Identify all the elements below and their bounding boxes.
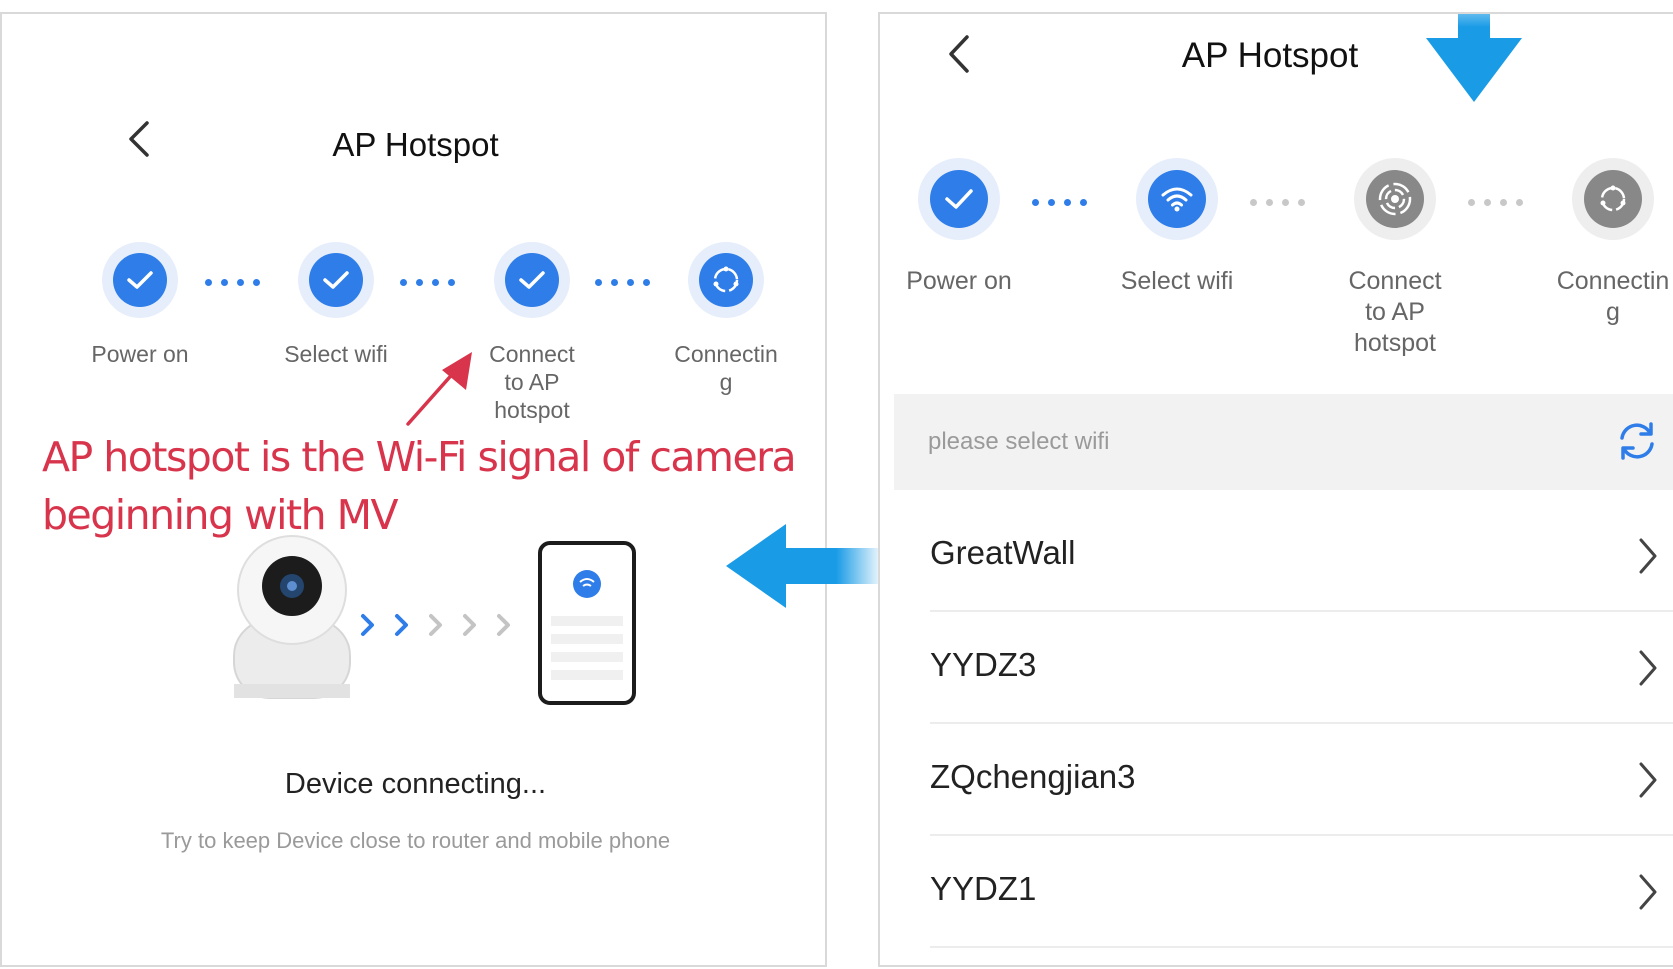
step-label-connecting: Connectin g bbox=[674, 341, 778, 395]
step-connector bbox=[595, 279, 650, 286]
step-connect-ap-icon bbox=[494, 242, 570, 318]
back-button[interactable] bbox=[946, 34, 972, 74]
step-label-power-on: Power on bbox=[906, 267, 1012, 295]
check-icon bbox=[127, 271, 153, 289]
step-connector bbox=[400, 279, 455, 286]
chevron-right-icon bbox=[1639, 538, 1657, 574]
wifi-select-bar: please select wifi bbox=[894, 394, 1673, 490]
sync-circle-icon bbox=[1600, 185, 1626, 212]
step-connector bbox=[1032, 199, 1087, 206]
wifi-network-name: YYDZ1 bbox=[930, 870, 1037, 907]
check-icon bbox=[945, 189, 973, 209]
wifi-select-screen: AP Hotspot Power on Select wifi Connect … bbox=[878, 12, 1673, 967]
chevron-right-icon bbox=[1639, 762, 1657, 798]
arrow-left-icon bbox=[726, 524, 884, 608]
step-select-wifi-icon bbox=[1136, 158, 1218, 240]
status-hint: Try to keep Device close to router and m… bbox=[160, 828, 671, 853]
annotation-line-1: AP hotspot is the Wi-Fi signal of camera bbox=[42, 433, 797, 481]
step-connecting-icon bbox=[1572, 158, 1654, 240]
wifi-network-name: YYDZ3 bbox=[930, 646, 1037, 683]
wifi-network-row[interactable]: ZQchengjian3 bbox=[930, 724, 1673, 836]
step-connector bbox=[205, 279, 260, 286]
wifi-icon bbox=[1161, 187, 1193, 212]
step-label-connect-ap: Connect to AP hotspot bbox=[489, 341, 575, 423]
transfer-chevrons bbox=[358, 612, 514, 638]
refresh-icon bbox=[1620, 422, 1654, 460]
chevron-right-icon bbox=[395, 614, 408, 636]
wifi-network-row[interactable]: GreatWall bbox=[930, 500, 1673, 612]
chevron-right-icon bbox=[361, 614, 374, 636]
step-label-select-wifi: Select wifi bbox=[1120, 267, 1234, 295]
step-connector bbox=[1250, 199, 1305, 206]
step-label-connecting: Connectin g bbox=[1556, 267, 1670, 326]
wifi-network-name: ZQchengjian3 bbox=[930, 758, 1136, 795]
phone-icon bbox=[538, 541, 636, 705]
chevron-right-icon bbox=[1639, 874, 1657, 910]
sync-circle-icon bbox=[713, 266, 739, 293]
hotspot-icon bbox=[1378, 182, 1412, 216]
wifi-network-row[interactable]: YYDZ1 bbox=[930, 836, 1673, 948]
check-icon bbox=[323, 271, 349, 289]
check-icon bbox=[519, 271, 545, 289]
wifi-network-row[interactable]: YYDZ3 bbox=[930, 612, 1673, 724]
wifi-select-placeholder: please select wifi bbox=[928, 428, 1110, 455]
annotation-arrow-icon bbox=[406, 352, 472, 426]
chevron-right-icon bbox=[1639, 650, 1657, 686]
step-label-select-wifi: Select wifi bbox=[284, 341, 388, 367]
page-title: AP Hotspot bbox=[1181, 36, 1359, 75]
step-connector bbox=[1468, 199, 1523, 206]
page-title: AP Hotspot bbox=[332, 126, 499, 163]
wifi-network-name: GreatWall bbox=[930, 534, 1076, 571]
step-power-on-icon bbox=[102, 242, 178, 318]
camera-icon bbox=[233, 535, 351, 699]
step-select-wifi-icon bbox=[298, 242, 374, 318]
chevron-right-icon bbox=[497, 614, 510, 636]
chevron-right-icon bbox=[429, 614, 442, 636]
connecting-screen: AP Hotspot Power on Select wifi Connect … bbox=[0, 12, 827, 967]
status-title: Device connecting... bbox=[284, 768, 547, 800]
refresh-button[interactable] bbox=[1614, 418, 1660, 469]
step-power-on-icon bbox=[918, 158, 1000, 240]
step-label-power-on: Power on bbox=[91, 341, 189, 367]
chevron-right-icon bbox=[463, 614, 476, 636]
arrow-down-icon bbox=[1426, 14, 1522, 102]
step-label-connect-ap: Connect to AP hotspot bbox=[1348, 267, 1442, 357]
step-connect-ap-icon bbox=[1354, 158, 1436, 240]
step-connecting-icon bbox=[688, 242, 764, 318]
chevron-left-icon bbox=[949, 35, 969, 73]
